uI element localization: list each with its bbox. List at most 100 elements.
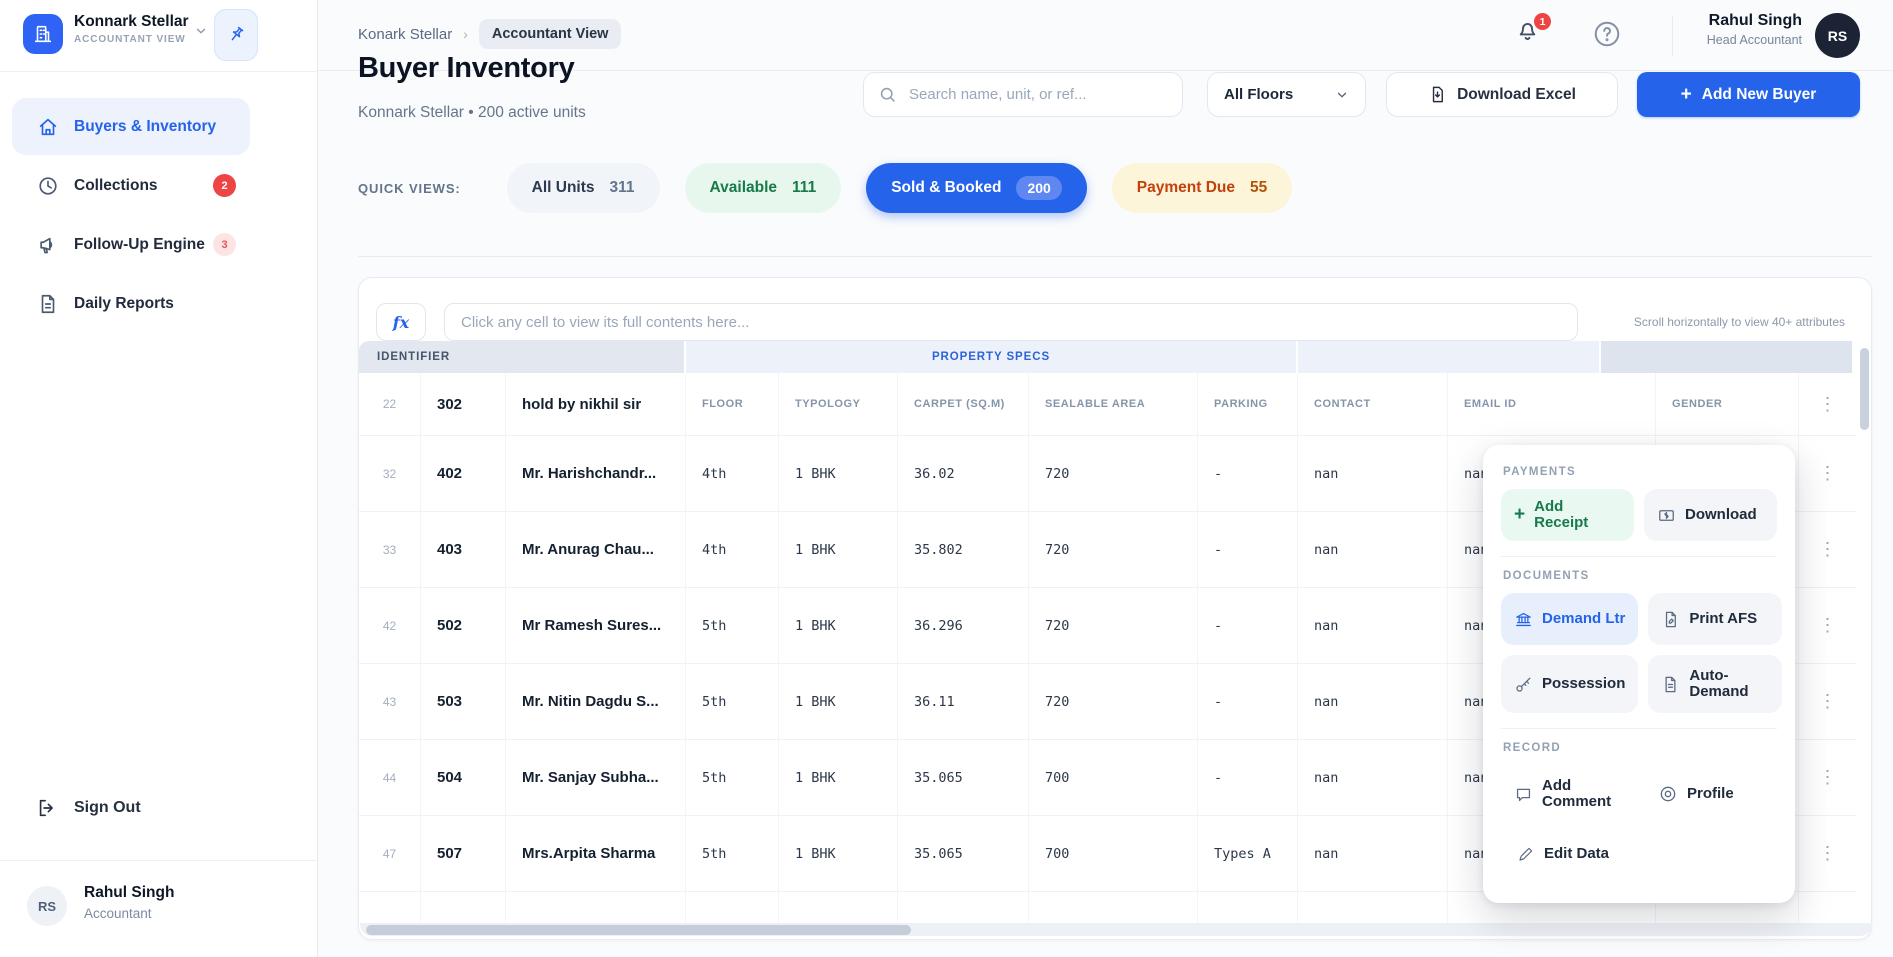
sidebar-item-buyers-inventory[interactable]: Buyers & Inventory: [12, 98, 250, 155]
cell-contact[interactable]: [1298, 892, 1448, 923]
row-actions-kebab[interactable]: ⋮: [1799, 740, 1856, 815]
formula-bar-input[interactable]: [444, 303, 1578, 341]
cell-buyer-name[interactable]: Mr Ramesh Sures...: [506, 588, 686, 663]
help-button[interactable]: [1592, 19, 1624, 51]
sidebar-item-daily-reports[interactable]: Daily Reports: [12, 275, 250, 332]
cell-parking[interactable]: [1198, 892, 1298, 923]
quick-view-all-units[interactable]: All Units 311: [507, 163, 660, 213]
row-actions-kebab[interactable]: ⋮: [1799, 892, 1856, 923]
cell-carpet[interactable]: 36.02: [898, 436, 1029, 511]
add-receipt-button[interactable]: + Add Receipt: [1501, 489, 1634, 541]
cell-buyer-name[interactable]: Mrs. Arpita Sh...: [506, 892, 686, 923]
cell-typology[interactable]: 1 BHK: [779, 740, 898, 815]
cell-floor[interactable]: 4th: [686, 512, 779, 587]
cell-serial[interactable]: 44: [359, 740, 421, 815]
row-actions-kebab[interactable]: ⋮: [1799, 436, 1856, 511]
cell-carpet[interactable]: 35.065: [898, 816, 1029, 891]
quick-view-available[interactable]: Available 111: [685, 163, 842, 213]
pin-sidebar-button[interactable]: [214, 9, 258, 61]
cell-contact[interactable]: nan: [1298, 588, 1448, 663]
search-input[interactable]: [907, 85, 1168, 104]
cell-floor[interactable]: 5th: [686, 816, 779, 891]
cell-serial[interactable]: 42: [359, 588, 421, 663]
cell-unit[interactable]: 503: [421, 664, 506, 739]
cell-unit[interactable]: 402: [421, 436, 506, 511]
cell-parking[interactable]: -: [1198, 588, 1298, 663]
quick-view-sold-booked[interactable]: Sold & Booked 200: [866, 163, 1087, 213]
sidebar-user[interactable]: RS Rahul Singh Accountant: [0, 878, 318, 948]
cell-carpet[interactable]: 36.11: [898, 892, 1029, 923]
cell-buyer-name[interactable]: Mr. Harishchandr...: [506, 436, 686, 511]
cell-unit[interactable]: 302: [421, 373, 506, 435]
cell-serial[interactable]: 32: [359, 436, 421, 511]
breadcrumb-root[interactable]: Konark Stellar: [358, 26, 452, 43]
possession-button[interactable]: Possession: [1501, 655, 1638, 713]
cell-buyer-name[interactable]: Mr. Anurag Chau...: [506, 512, 686, 587]
vertical-scrollbar-thumb[interactable]: [1860, 348, 1869, 430]
demand-letter-button[interactable]: Demand Ltr: [1501, 593, 1638, 645]
cell-parking[interactable]: -: [1198, 664, 1298, 739]
header-avatar[interactable]: RS: [1815, 13, 1860, 58]
cell-serial[interactable]: 33: [359, 512, 421, 587]
cell-unit[interactable]: 508: [421, 892, 506, 923]
edit-data-button[interactable]: Edit Data: [1501, 835, 1777, 873]
cell-parking[interactable]: -: [1198, 436, 1298, 511]
download-excel-button[interactable]: Download Excel: [1386, 72, 1618, 117]
cell-serial[interactable]: [359, 892, 421, 923]
horizontal-scrollbar-thumb[interactable]: [366, 925, 911, 935]
cell-typology[interactable]: 1 BHK: [779, 512, 898, 587]
cell-sealable[interactable]: 720: [1029, 512, 1198, 587]
cell-sealable[interactable]: 700: [1029, 740, 1198, 815]
sidebar-item-collections[interactable]: Collections 2: [12, 157, 250, 214]
cell-unit[interactable]: 507: [421, 816, 506, 891]
row-actions-kebab[interactable]: ⋮: [1799, 512, 1856, 587]
cell-contact[interactable]: nan: [1298, 436, 1448, 511]
cell-floor[interactable]: 5th: [686, 664, 779, 739]
cell-buyer-name[interactable]: Mr. Sanjay Subha...: [506, 740, 686, 815]
row-actions-kebab[interactable]: ⋮: [1799, 588, 1856, 663]
cell-carpet[interactable]: 36.296: [898, 588, 1029, 663]
auto-demand-button[interactable]: Auto-Demand: [1648, 655, 1782, 713]
org-switcher[interactable]: Konnark Stellar ACCOUNTANT VIEW: [0, 0, 318, 72]
cell-carpet[interactable]: 36.11: [898, 664, 1029, 739]
cell-serial[interactable]: 22: [359, 373, 421, 435]
cell-typology[interactable]: 1 BHK: [779, 816, 898, 891]
cell-contact[interactable]: nan: [1298, 664, 1448, 739]
cell-floor[interactable]: 5th: [686, 740, 779, 815]
chevron-down-icon[interactable]: [194, 24, 208, 38]
cell-sealable[interactable]: 720: [1029, 436, 1198, 511]
cell-floor[interactable]: 5th: [686, 588, 779, 663]
cell-carpet[interactable]: 35.065: [898, 740, 1029, 815]
print-afs-button[interactable]: Print AFS: [1648, 593, 1782, 645]
profile-button[interactable]: Profile: [1645, 765, 1777, 823]
cell-contact[interactable]: nan: [1298, 816, 1448, 891]
add-comment-button[interactable]: Add Comment: [1501, 765, 1635, 823]
cell-floor[interactable]: 4th: [686, 436, 779, 511]
add-new-buyer-button[interactable]: + Add New Buyer: [1637, 72, 1860, 117]
cell-buyer-name[interactable]: Mr. Nitin Dagdu S...: [506, 664, 686, 739]
cell-contact[interactable]: nan: [1298, 740, 1448, 815]
cell-buyer-name[interactable]: hold by nikhil sir: [506, 373, 686, 435]
cell-carpet[interactable]: 35.802: [898, 512, 1029, 587]
cell-serial[interactable]: 43: [359, 664, 421, 739]
cell-typology[interactable]: 1 BHK: [779, 588, 898, 663]
cell-parking[interactable]: -: [1198, 740, 1298, 815]
cell-typology[interactable]: 1 BHK: [779, 892, 898, 923]
cell-parking[interactable]: -: [1198, 512, 1298, 587]
fx-button[interactable]: fx: [376, 303, 426, 341]
sign-out-button[interactable]: Sign Out: [0, 782, 318, 834]
cell-sealable[interactable]: 700: [1029, 816, 1198, 891]
cell-sealable[interactable]: 720: [1029, 588, 1198, 663]
cell-typology[interactable]: 1 BHK: [779, 436, 898, 511]
cell-unit[interactable]: 502: [421, 588, 506, 663]
row-actions-kebab[interactable]: ⋮: [1799, 373, 1856, 435]
row-actions-kebab[interactable]: ⋮: [1799, 664, 1856, 739]
cell-unit[interactable]: 504: [421, 740, 506, 815]
breadcrumb-current[interactable]: Accountant View: [479, 19, 622, 49]
sidebar-item-follow-up-engine[interactable]: Follow-Up Engine 3: [12, 216, 250, 273]
cell-sealable[interactable]: 710: [1029, 892, 1198, 923]
cell-floor[interactable]: 5th: [686, 892, 779, 923]
cell-sealable[interactable]: 720: [1029, 664, 1198, 739]
floors-filter-select[interactable]: All Floors: [1207, 72, 1366, 117]
download-receipt-button[interactable]: Download: [1644, 489, 1777, 541]
